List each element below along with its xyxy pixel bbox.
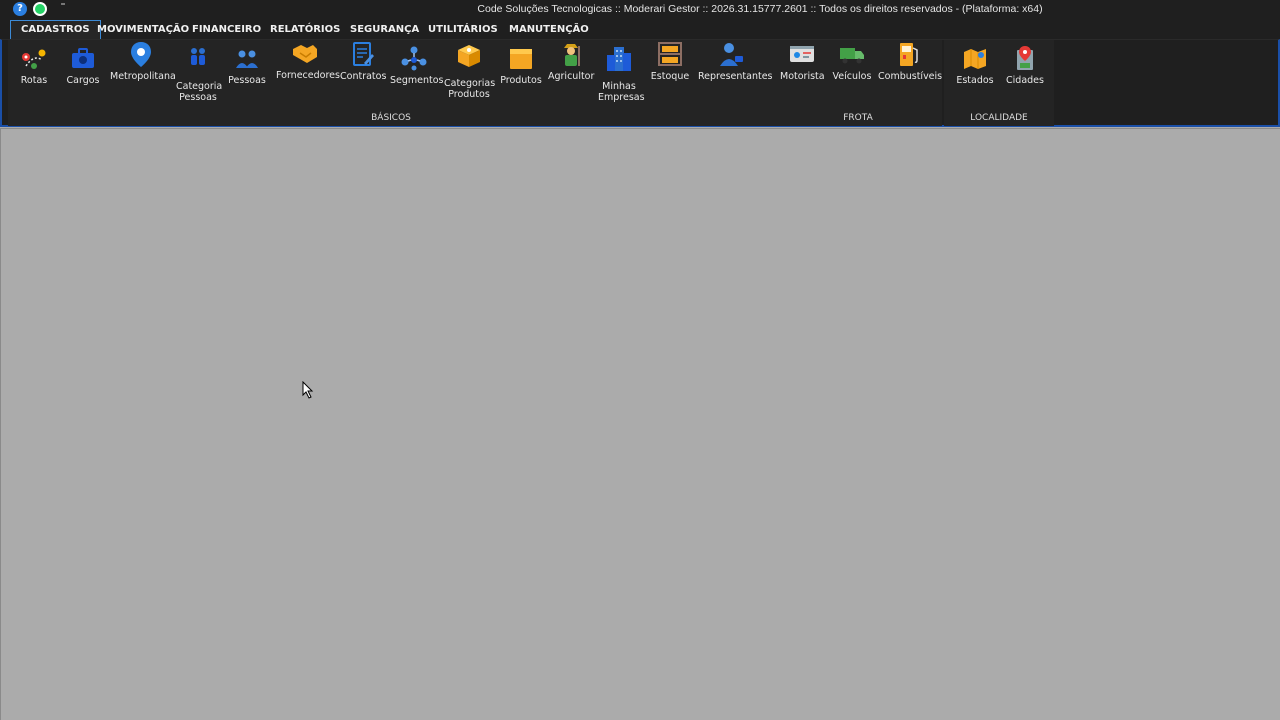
pessoas-button[interactable]: Pessoas [228, 44, 266, 86]
contratos-label: Contratos [340, 71, 387, 82]
people-icon [236, 50, 258, 68]
tab-financeiro[interactable]: FINANCEIRO [182, 20, 271, 40]
metropolitana-button[interactable]: Metropolitana [110, 42, 176, 82]
fornecedores-button[interactable]: Fornecedores [276, 44, 340, 81]
product-category-icon [458, 45, 480, 67]
fuel-pump-icon [900, 43, 918, 66]
warehouse-shelf-icon [658, 42, 682, 66]
estoque-button[interactable]: Estoque [648, 42, 692, 82]
segmentos-button[interactable]: Segmentos [390, 44, 444, 86]
representantes-button[interactable]: Representantes [698, 43, 773, 82]
produtos-button[interactable]: Produtos [500, 44, 542, 86]
route-icon [22, 49, 46, 69]
combustiveis-button[interactable]: Combustíveis [878, 43, 943, 82]
tab-manutencao[interactable]: MANUTENÇÃO [499, 20, 599, 40]
driver-license-icon [790, 46, 814, 62]
categoria-pessoas-label-2: Pessoas [179, 92, 217, 103]
metropolitana-label: Metropolitana [110, 71, 176, 82]
contratos-button[interactable]: Contratos [340, 42, 387, 82]
group-label-basicos: BÁSICOS [371, 113, 411, 123]
truck-icon [840, 48, 864, 64]
categorias-produtos-label-1: Categorias [444, 78, 496, 89]
veiculos-label: Veículos [832, 71, 872, 82]
cidades-button[interactable]: Cidades [1004, 44, 1046, 86]
cargos-label: Cargos [66, 75, 100, 86]
estados-label: Estados [956, 75, 994, 86]
segmentos-label: Segmentos [390, 75, 444, 86]
motorista-label: Motorista [780, 71, 825, 82]
handshake-icon [293, 45, 317, 63]
mouse-cursor-icon [302, 381, 314, 399]
combustiveis-label: Combustíveis [878, 71, 943, 82]
states-map-icon [964, 49, 986, 69]
people-category-icon [191, 48, 205, 65]
contract-icon [353, 42, 374, 66]
mdi-workspace[interactable] [0, 128, 1280, 720]
farmer-icon [564, 44, 580, 66]
group-label-localidade: LOCALIDADE [970, 113, 1028, 123]
window-title: Code Soluções Tecnologicas :: Moderari G… [477, 3, 1043, 15]
group-label-frota: FROTA [843, 113, 873, 123]
ribbon-panel: BÁSICOS FROTA LOCALIDADE Rotas Cargos Me… [0, 39, 1280, 127]
minhas-empresas-button[interactable]: Minhas Empresas [598, 44, 645, 103]
agricultor-label: Agricultor [548, 71, 595, 82]
agricultor-button[interactable]: Agricultor [548, 44, 594, 82]
minhas-empresas-label-1: Minhas [602, 81, 636, 92]
cargos-button[interactable]: Cargos [63, 44, 103, 86]
rotas-button[interactable]: Rotas [15, 44, 53, 86]
categorias-produtos-button[interactable]: Categorias Produtos [444, 44, 496, 100]
pessoas-label: Pessoas [228, 75, 266, 86]
veiculos-button[interactable]: Veículos [830, 44, 874, 82]
tab-utilitarios[interactable]: UTILITÁRIOS [418, 20, 508, 40]
minhas-empresas-label-2: Empresas [598, 92, 645, 103]
categoria-pessoas-button[interactable]: Categoria Pessoas [176, 44, 223, 103]
position-icon [72, 48, 94, 68]
tab-seguranca[interactable]: SEGURANÇA [340, 20, 429, 40]
motorista-button[interactable]: Motorista [780, 44, 825, 82]
cidades-label: Cidades [1006, 75, 1044, 86]
produtos-label: Produtos [500, 75, 542, 86]
representantes-label: Representantes [698, 71, 773, 82]
segments-icon [401, 46, 427, 71]
title-bar: ? ⁼ Code Soluções Tecnologicas :: Modera… [0, 0, 1280, 20]
companies-icon [607, 47, 631, 71]
ribbon-tab-bar: CADASTROS MOVIMENTAÇÃO FINANCEIRO RELATÓ… [0, 20, 1280, 40]
product-box-icon [510, 49, 532, 69]
estados-button[interactable]: Estados [954, 44, 996, 86]
estoque-label: Estoque [650, 71, 690, 82]
categorias-produtos-label-2: Produtos [448, 89, 490, 100]
rotas-label: Rotas [20, 75, 48, 86]
map-pin-icon [131, 42, 151, 67]
categoria-pessoas-label-1: Categoria [176, 81, 223, 92]
representatives-icon [720, 43, 743, 66]
tab-relatorios[interactable]: RELATÓRIOS [260, 20, 350, 40]
cities-map-icon [1017, 46, 1033, 70]
fornecedores-label: Fornecedores [276, 70, 340, 81]
